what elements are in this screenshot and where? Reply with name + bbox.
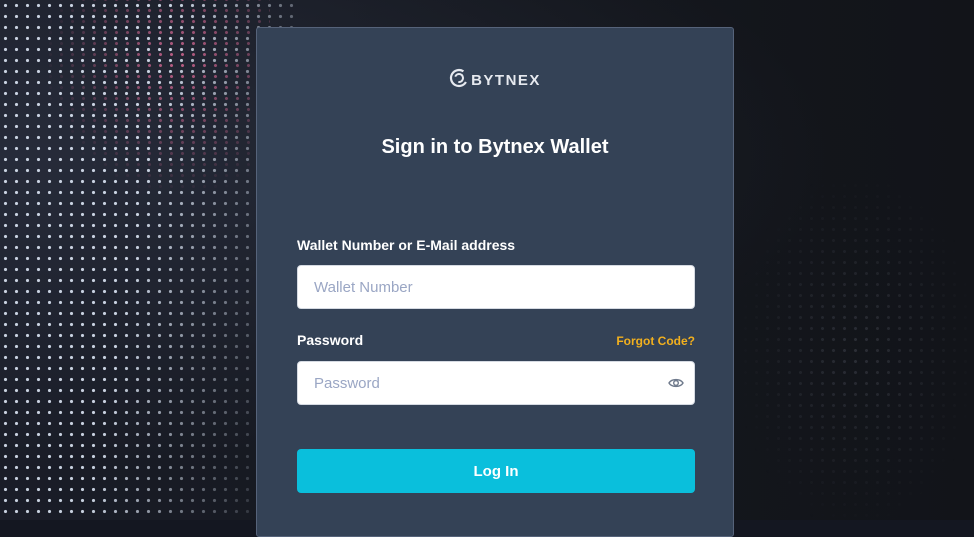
password-label: Password xyxy=(297,332,364,348)
wallet-field xyxy=(297,265,695,309)
brand-logo: BYTNEX xyxy=(257,68,733,93)
eye-icon[interactable] xyxy=(668,375,684,391)
dot-pattern-pink xyxy=(40,0,270,200)
dot-pattern-right xyxy=(740,180,974,520)
wallet-input[interactable] xyxy=(298,266,654,308)
page-title: Sign in to Bytnex Wallet xyxy=(381,136,609,158)
bytnex-swirl-icon xyxy=(449,68,469,93)
login-card: BYTNEX Sign in to Bytnex Wallet Wallet N… xyxy=(256,27,734,537)
password-input[interactable] xyxy=(298,362,654,404)
login-button[interactable]: Log In xyxy=(297,449,695,493)
logo-text: BYTNEX xyxy=(471,72,541,89)
password-field xyxy=(297,361,695,405)
wallet-label: Wallet Number or E-Mail address xyxy=(297,237,516,253)
forgot-code-link[interactable]: Forgot Code? xyxy=(616,334,695,348)
